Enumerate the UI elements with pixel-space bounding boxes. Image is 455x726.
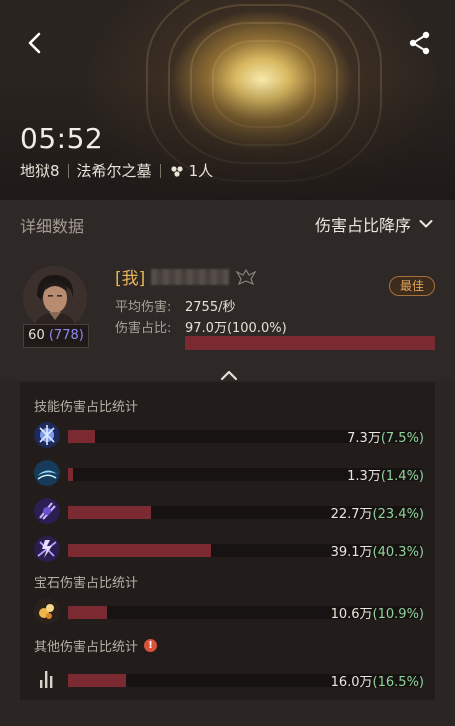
damage-amount: 7.3万 (347, 431, 381, 446)
damage-amount: 10.6万 (330, 607, 373, 622)
bar-stats-icon (34, 666, 60, 692)
class-emblem-icon (235, 268, 257, 285)
divider (67, 163, 69, 178)
skill-thunder-burst-icon (34, 536, 60, 562)
sort-label: 伤害占比降序 (314, 216, 411, 235)
avg-damage-label: 平均伤害: (115, 300, 172, 315)
damage-amount: 22.7万 (330, 507, 373, 522)
difficulty-label: 地狱8 (20, 162, 60, 180)
player-power: (778) (48, 328, 84, 343)
level-badge: 60 (778) (23, 324, 89, 348)
skill-frost-wave-icon (34, 460, 60, 486)
hero-portrait-icon (23, 266, 87, 330)
damage-percent: (16.5%) (372, 675, 424, 690)
player-level: 60 (28, 328, 45, 343)
player-card[interactable]: 60 (778) [我] 最佳 平均伤害: 2755/秒 伤害占比: 97.0万… (0, 246, 455, 380)
damage-value: 16.0万(16.5%) (331, 671, 424, 690)
damage-bar-fill (68, 506, 151, 519)
damage-bar-fill (68, 606, 107, 619)
gem-icon (34, 598, 60, 624)
section-header: 详细数据 伤害占比降序 (0, 200, 455, 247)
damage-bar-fill (68, 468, 73, 481)
skills-title-text: 技能伤害占比统计 (34, 400, 139, 415)
warning-icon[interactable]: ! (144, 639, 158, 652)
other-section-title: 其他伤害占比统计 ! (34, 636, 158, 655)
damage-bar-fill (68, 544, 211, 557)
damage-percent: (1.4%) (380, 469, 424, 484)
skill-row[interactable]: 1.3万(1.4%) (34, 460, 424, 486)
avg-damage-value: 2755/秒 (185, 300, 236, 315)
damage-bar-fill (68, 430, 95, 443)
run-meta: 地狱8 法希尔之墓 1人 (20, 160, 213, 181)
damage-share-label: 伤害占比: (115, 321, 172, 336)
chevron-down-icon (419, 220, 433, 228)
section-title: 详细数据 (20, 217, 85, 236)
share-icon (409, 31, 430, 55)
share-button[interactable] (405, 28, 435, 58)
chevron-left-icon (28, 32, 41, 54)
other-title-text: 其他伤害占比统计 (34, 640, 139, 655)
damage-percent: (40.3%) (372, 545, 424, 560)
damage-amount: 39.1万 (330, 545, 373, 560)
damage-value: 7.3万(7.5%) (347, 427, 424, 446)
damage-share-value: 97.0万(100.0%) (185, 321, 287, 336)
blurred-player-name (151, 268, 230, 285)
sort-dropdown[interactable]: 伤害占比降序 (315, 212, 433, 236)
dungeon-banner: 05:52 地狱8 法希尔之墓 1人 (0, 0, 455, 200)
run-time: 05:52 (20, 122, 104, 155)
damage-value: 22.7万(23.4%) (331, 503, 424, 522)
damage-value: 1.3万(1.4%) (347, 465, 424, 484)
party-size: 1人 (188, 162, 214, 180)
damage-percent: (23.4%) (372, 507, 424, 522)
player-name-row: [我] (115, 264, 257, 289)
dungeon-name: 法希尔之墓 (76, 162, 152, 180)
gems-section-title: 宝石伤害占比统计 (34, 572, 138, 591)
other-row[interactable]: 16.0万(16.5%) (34, 666, 424, 692)
damage-amount: 16.0万 (330, 675, 373, 690)
gem-row[interactable]: 10.6万(10.9%) (34, 598, 424, 624)
skills-section-title: 技能伤害占比统计 (34, 396, 138, 415)
damage-breakdown-panel: 技能伤害占比统计 7.3万(7.5%) 1.3万(1.4%) 22.7万(23.… (20, 382, 435, 700)
damage-value: 39.1万(40.3%) (331, 541, 424, 560)
skill-row[interactable]: 39.1万(40.3%) (34, 536, 424, 562)
damage-bar-fill (68, 674, 127, 687)
collapse-caret-icon[interactable] (218, 368, 240, 382)
skill-arcane-slash-icon (34, 498, 60, 524)
skill-lightning-orb-icon (34, 422, 60, 448)
me-tag: [我] (115, 269, 146, 289)
gems-title-text: 宝石伤害占比统计 (34, 576, 139, 591)
skill-row[interactable]: 22.7万(23.4%) (34, 498, 424, 524)
damage-share-bar (185, 336, 435, 350)
skill-row[interactable]: 7.3万(7.5%) (34, 422, 424, 448)
damage-amount: 1.3万 (347, 469, 381, 484)
damage-percent: (10.9%) (372, 607, 424, 622)
damage-percent: (7.5%) (380, 431, 424, 446)
divider (159, 163, 161, 178)
party-icon (170, 165, 183, 177)
avatar (23, 266, 87, 330)
damage-value: 10.6万(10.9%) (331, 603, 424, 622)
back-button[interactable] (20, 28, 50, 58)
best-badge: 最佳 (389, 276, 435, 296)
